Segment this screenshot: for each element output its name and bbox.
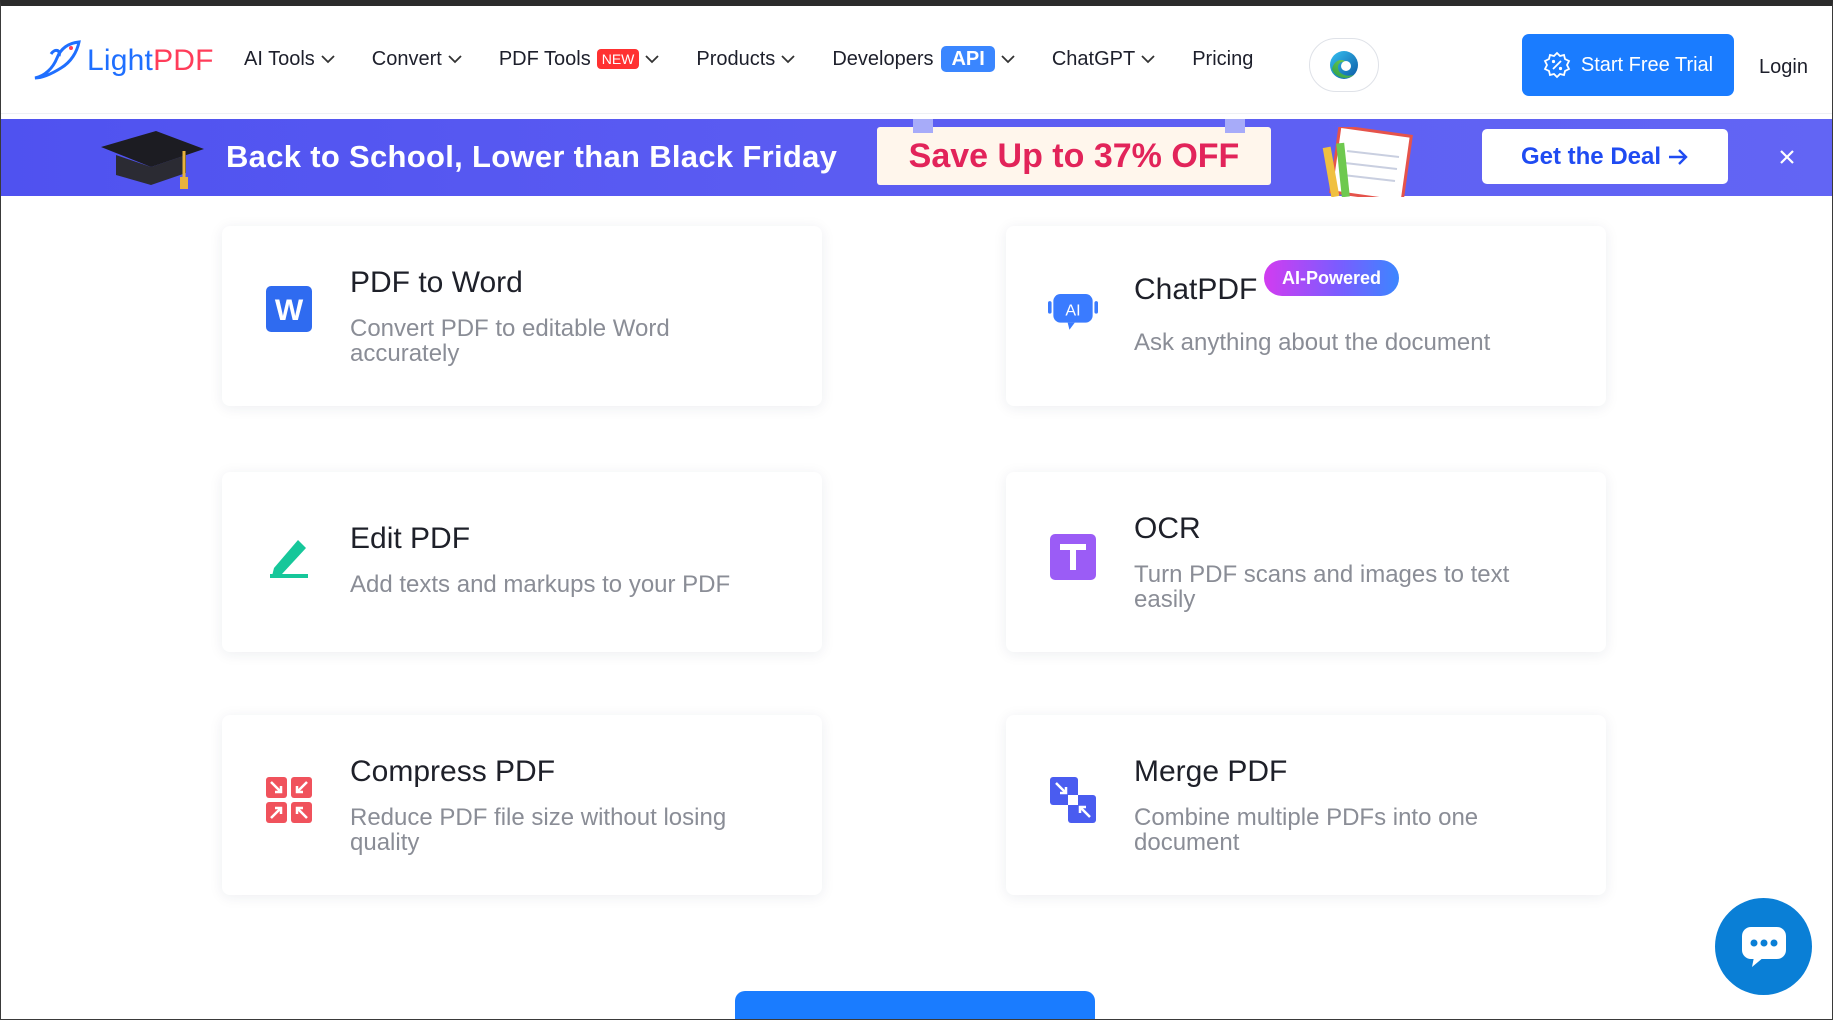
promo-discount: Save Up to 37% OFF <box>877 119 1271 185</box>
card-description: Ask anything about the document <box>1134 329 1491 356</box>
nav-ai-tools[interactable]: AI Tools <box>244 48 335 71</box>
ocr-text-icon <box>1050 534 1096 580</box>
nav-developers[interactable]: Developers API <box>832 46 1015 72</box>
nav-label: Products <box>696 47 776 70</box>
svg-text:W: W <box>275 294 304 327</box>
chevron-down-icon <box>1141 55 1155 64</box>
card-description: Convert PDF to editable Word accurately <box>350 315 670 367</box>
card-title: Merge PDF <box>1134 755 1288 788</box>
chevron-down-icon <box>448 55 462 64</box>
nav-convert[interactable]: Convert <box>372 48 462 71</box>
word-icon: W <box>266 286 312 332</box>
login-link[interactable]: Login <box>1759 56 1808 79</box>
nav-label: AI Tools <box>244 47 315 70</box>
discount-badge-icon <box>1543 51 1571 79</box>
graduation-cap-icon <box>101 131 204 189</box>
card-title: OCR <box>1134 512 1201 545</box>
tape-decoration <box>1225 119 1245 133</box>
edit-pen-icon <box>270 540 308 578</box>
promo-discount-text: Save Up to 37% OFF <box>908 136 1240 175</box>
tool-card-merge-pdf[interactable]: Merge PDF Combine multiple PDFs into one… <box>1006 715 1606 895</box>
card-title: ChatPDF <box>1134 273 1258 306</box>
logo-rocket-icon <box>34 40 81 80</box>
nav-chatgpt[interactable]: ChatGPT <box>1052 48 1155 71</box>
main-nav: AI Tools Convert PDF Tools NEW Products … <box>244 46 1290 72</box>
view-all-tools-button[interactable] <box>735 991 1095 1019</box>
ai-chat-icon: AI <box>1048 294 1098 330</box>
nav-label: Pricing <box>1192 47 1254 70</box>
promo-headline: Back to School, Lower than Black Friday <box>226 139 838 174</box>
card-description: Combine multiple PDFs into one document <box>1134 804 1479 856</box>
nav-label: PDF Tools <box>498 47 591 70</box>
trial-label: Start Free Trial <box>1580 53 1714 76</box>
ai-powered-badge: AI-Powered <box>1264 260 1400 296</box>
logo-text: LightPDF <box>87 44 214 77</box>
compress-icon <box>266 777 312 823</box>
notebook-pencil-icon <box>1322 127 1413 197</box>
chevron-down-icon <box>321 55 335 64</box>
card-title: PDF to Word <box>350 266 523 299</box>
tool-card-chatpdf[interactable]: AI ChatPDF AI-Powered Ask anything about… <box>1006 226 1606 406</box>
chevron-down-icon <box>781 55 795 64</box>
edge-browser-icon <box>1330 51 1358 79</box>
tool-card-compress-pdf[interactable]: Compress PDF Reduce PDF file size withou… <box>222 715 822 895</box>
nav-label: Convert <box>371 47 442 70</box>
start-free-trial-button[interactable]: Start Free Trial <box>1522 34 1734 96</box>
card-title: Compress PDF <box>350 755 556 788</box>
close-icon[interactable] <box>1776 146 1798 168</box>
merge-icon <box>1050 777 1096 823</box>
deal-label: Get the Deal <box>1520 142 1662 170</box>
nav-label: ChatGPT <box>1051 47 1136 70</box>
card-description: Reduce PDF file size without losing qual… <box>350 804 727 856</box>
nav-label: Developers <box>832 47 934 70</box>
card-title: Edit PDF <box>350 522 471 555</box>
nav-products[interactable]: Products <box>696 48 795 71</box>
promo-banner: Back to School, Lower than Black Friday … <box>1 119 1832 197</box>
chat-bubble-icon <box>1741 926 1786 967</box>
get-the-deal-button[interactable]: Get the Deal <box>1482 129 1728 184</box>
tool-card-pdf-to-word[interactable]: W PDF to Word Convert PDF to editable Wo… <box>222 226 822 406</box>
tool-card-edit-pdf[interactable]: Edit PDF Add texts and markups to your P… <box>222 472 822 652</box>
tape-decoration <box>913 119 933 133</box>
api-badge: API <box>941 46 995 72</box>
card-description: Add texts and markups to your PDF <box>350 571 731 598</box>
site-header: LightPDF AI Tools Convert PDF Tools NEW … <box>1 6 1832 114</box>
chevron-down-icon <box>1001 55 1015 64</box>
lightpdf-logo[interactable]: LightPDF <box>31 38 214 84</box>
nav-pricing[interactable]: Pricing <box>1192 48 1253 71</box>
new-badge: NEW <box>596 49 640 69</box>
nav-pdf-tools[interactable]: PDF Tools NEW <box>499 48 660 71</box>
svg-text:AI: AI <box>1065 301 1080 319</box>
edge-extension-button[interactable] <box>1309 38 1379 92</box>
chevron-down-icon <box>645 55 660 64</box>
tool-card-ocr[interactable]: OCR Turn PDF scans and images to text ea… <box>1006 472 1606 652</box>
arrow-right-icon <box>1669 148 1688 165</box>
chat-widget-button[interactable] <box>1715 898 1812 995</box>
card-description: Turn PDF scans and images to text easily <box>1134 561 1510 613</box>
browser-window: LightPDF AI Tools Convert PDF Tools NEW … <box>0 0 1833 1020</box>
